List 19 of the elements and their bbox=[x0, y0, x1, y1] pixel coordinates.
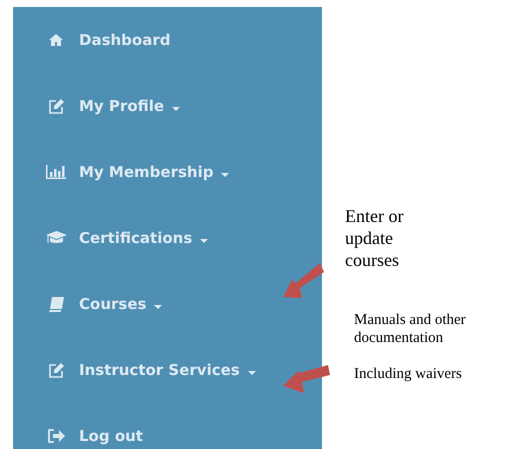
sidebar-item[interactable]: My Profile bbox=[45, 73, 180, 139]
sidebar-item[interactable]: Dashboard bbox=[45, 7, 170, 73]
book-icon bbox=[48, 296, 64, 312]
annotation-text: Enter or update courses bbox=[345, 205, 404, 271]
sidebar-item[interactable]: Courses bbox=[45, 271, 162, 337]
bar-chart-icon bbox=[46, 165, 66, 179]
sign-out-icon bbox=[48, 429, 64, 443]
edit-icon bbox=[48, 362, 64, 378]
home-icon bbox=[49, 34, 63, 46]
edit-icon bbox=[48, 98, 64, 114]
annotation-text: Including waivers bbox=[354, 365, 463, 383]
annotation-text: Manuals and other documentation bbox=[354, 311, 467, 347]
arrow bbox=[283, 365, 330, 393]
sidebar-item[interactable]: Instructor Services bbox=[45, 337, 256, 403]
sidebar-item[interactable]: Certifications bbox=[45, 205, 208, 271]
sidebar-item[interactable]: My Membership bbox=[45, 139, 230, 205]
sidebar-item[interactable]: Log out bbox=[45, 403, 143, 449]
graduation-cap-icon bbox=[46, 230, 66, 246]
arrow bbox=[283, 263, 324, 298]
